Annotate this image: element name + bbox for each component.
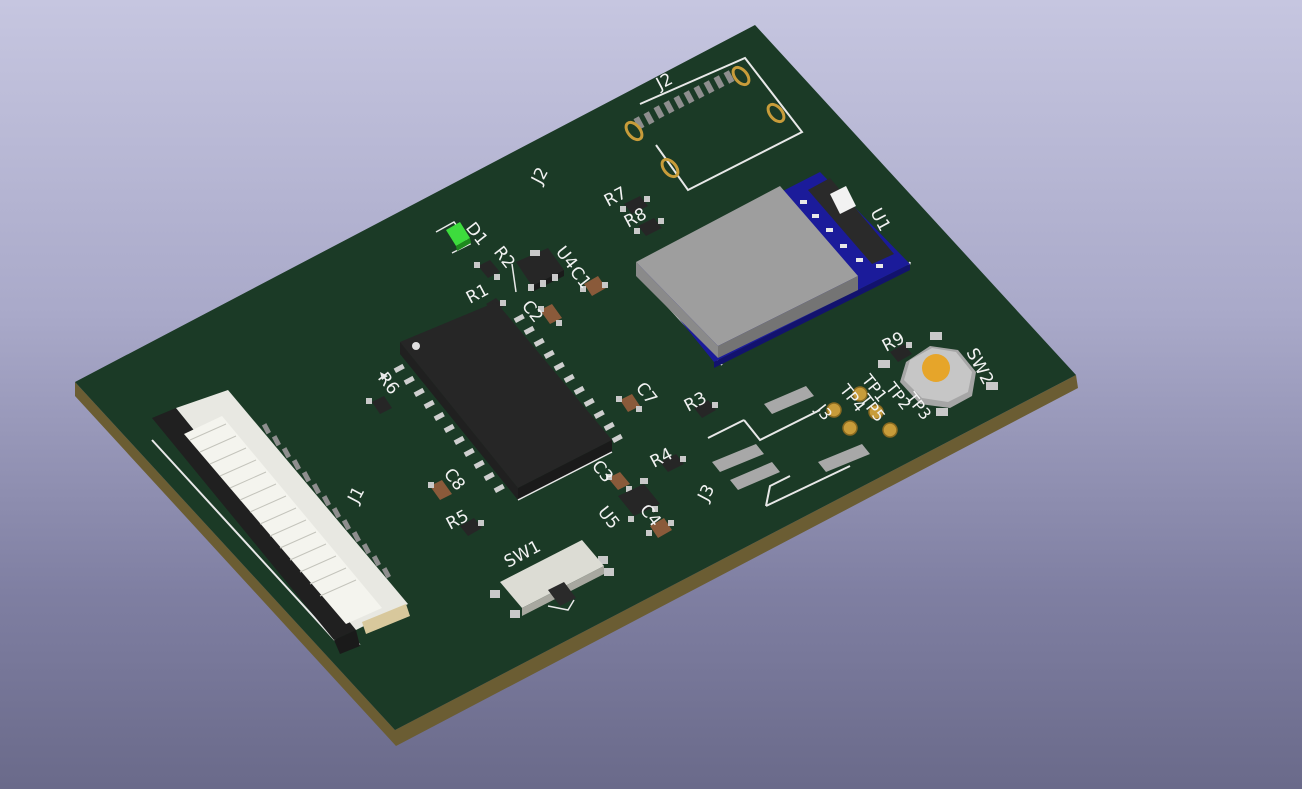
3d-viewport[interactable]: J2 J2 D1 R7 R8 U1 R2 U4 C1 R1 C2 R6 C7 R… [0,0,1302,789]
pcb-scene: J2 J2 D1 R7 R8 U1 R2 U4 C1 R1 C2 R6 C7 R… [75,25,1078,746]
